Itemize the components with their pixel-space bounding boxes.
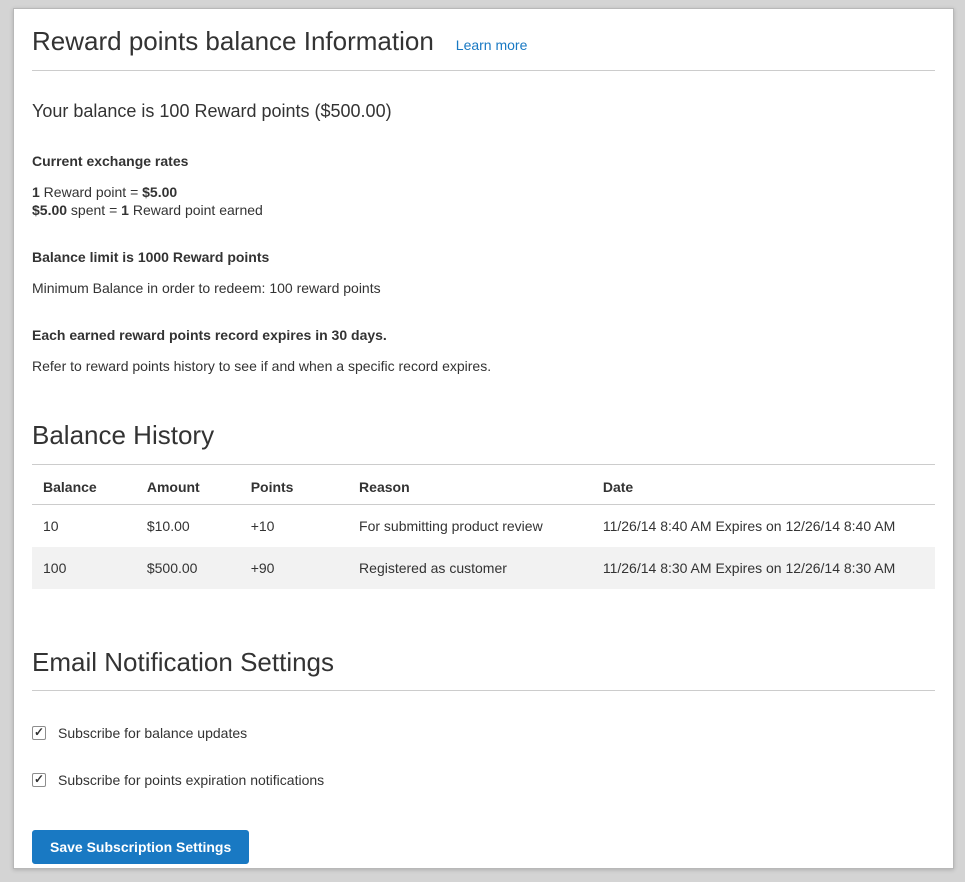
learn-more-link[interactable]: Learn more	[456, 37, 528, 53]
table-row: 10 $10.00 +10 For submitting product rev…	[32, 504, 935, 547]
min-balance-text: Minimum Balance in order to redeem: 100 …	[32, 280, 935, 297]
balance-limit-text: Balance limit is 1000 Reward points	[32, 249, 935, 266]
balance-updates-label[interactable]: Subscribe for balance updates	[58, 725, 247, 741]
column-header-date: Date	[592, 465, 935, 505]
balance-updates-checkbox[interactable]	[32, 726, 46, 740]
cell-points: +90	[240, 547, 348, 589]
page-title-row: Reward points balance Information Learn …	[32, 26, 935, 71]
table-header-row: Balance Amount Points Reason Date	[32, 465, 935, 505]
cell-date: 11/26/14 8:40 AM Expires on 12/26/14 8:4…	[592, 504, 935, 547]
exchange-rates-heading: Current exchange rates	[32, 153, 935, 170]
column-header-points: Points	[240, 465, 348, 505]
cell-date: 11/26/14 8:30 AM Expires on 12/26/14 8:3…	[592, 547, 935, 589]
expiry-rule-text: Each earned reward points record expires…	[32, 327, 935, 344]
cell-balance: 100	[32, 547, 136, 589]
points-expiration-option: Subscribe for points expiration notifica…	[32, 772, 935, 788]
exchange-rate-line: 1 Reward point = $5.00	[32, 183, 935, 201]
balance-history-table: Balance Amount Points Reason Date 10 $10…	[32, 465, 935, 589]
exchange-rate-line: $5.00 spent = 1 Reward point earned	[32, 201, 935, 219]
balance-history-heading: Balance History	[32, 420, 935, 464]
exchange-rates: 1 Reward point = $5.00 $5.00 spent = 1 R…	[32, 183, 935, 219]
cell-points: +10	[240, 504, 348, 547]
expiry-note-text: Refer to reward points history to see if…	[32, 358, 935, 375]
cell-amount: $500.00	[136, 547, 240, 589]
balance-summary: Your balance is 100 Reward points ($500.…	[32, 99, 935, 123]
points-expiration-label[interactable]: Subscribe for points expiration notifica…	[58, 772, 324, 788]
cell-reason: For submitting product review	[348, 504, 592, 547]
save-subscription-settings-button[interactable]: Save Subscription Settings	[32, 830, 249, 864]
cell-balance: 10	[32, 504, 136, 547]
email-settings-heading: Email Notification Settings	[32, 647, 935, 691]
balance-updates-option: Subscribe for balance updates	[32, 725, 935, 741]
page-title: Reward points balance Information	[32, 26, 434, 57]
cell-reason: Registered as customer	[348, 547, 592, 589]
column-header-balance: Balance	[32, 465, 136, 505]
column-header-reason: Reason	[348, 465, 592, 505]
points-expiration-checkbox[interactable]	[32, 773, 46, 787]
cell-amount: $10.00	[136, 504, 240, 547]
table-row: 100 $500.00 +90 Registered as customer 1…	[32, 547, 935, 589]
column-header-amount: Amount	[136, 465, 240, 505]
reward-points-panel: Reward points balance Information Learn …	[13, 8, 954, 869]
